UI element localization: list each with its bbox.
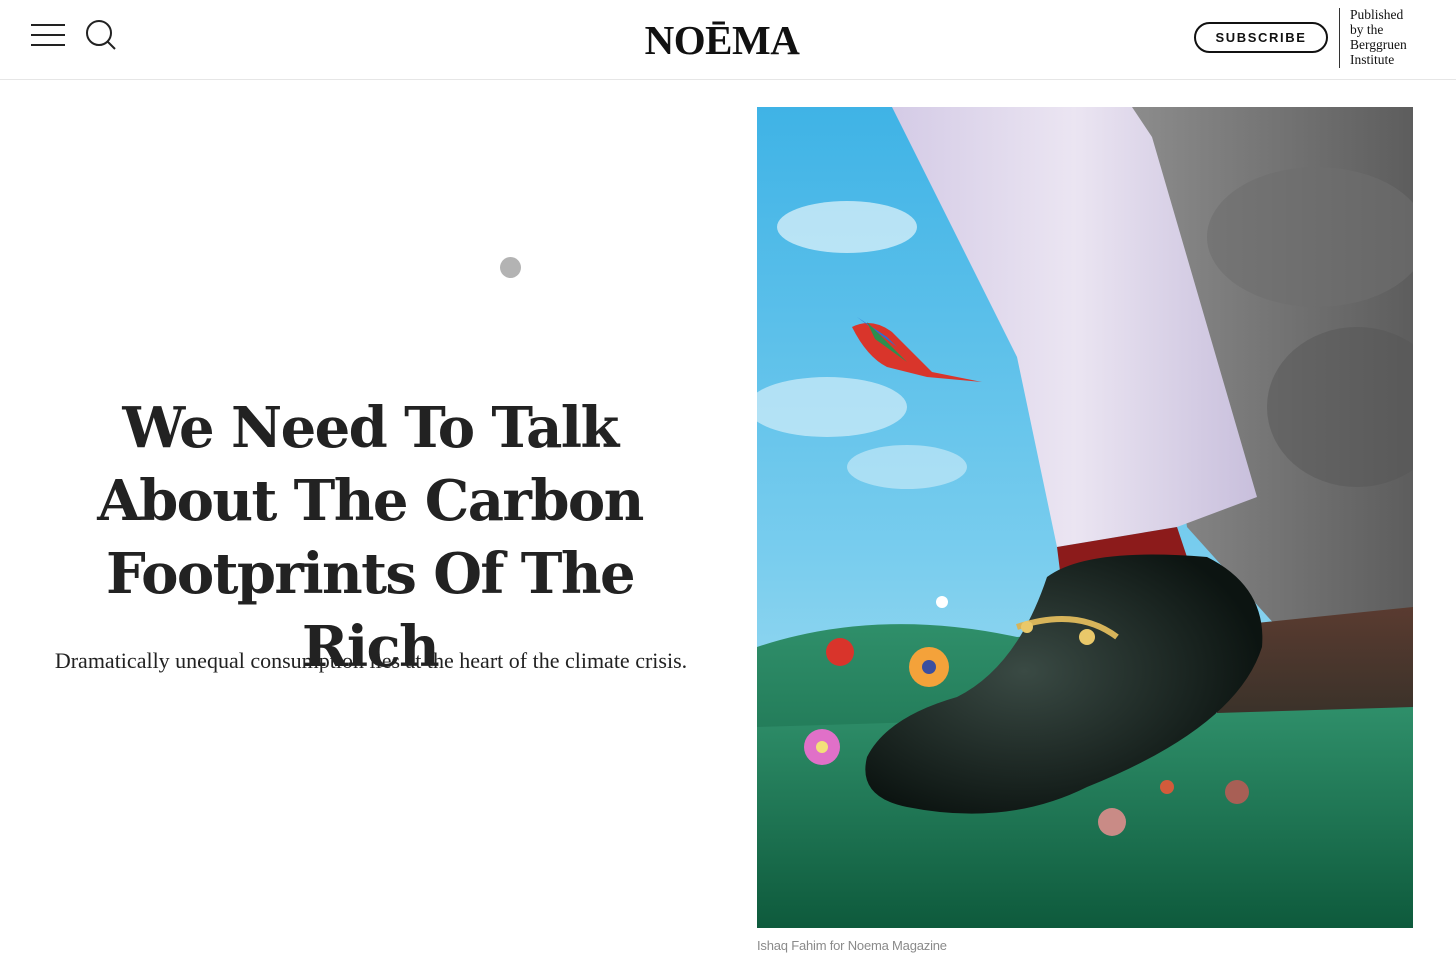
article-dek: Dramatically unequal consumption lies at… (54, 648, 688, 673)
publisher-line: by the (1350, 22, 1384, 37)
site-header: NOĒMA SUBSCRIBE Published by the Berggru… (0, 0, 1456, 80)
subscribe-button[interactable]: SUBSCRIBE (1194, 22, 1328, 53)
loading-indicator (500, 257, 521, 278)
noema-logo[interactable]: NOĒMA (642, 18, 802, 62)
hero-illustration (757, 107, 1413, 928)
hamburger-menu-icon[interactable] (31, 22, 65, 48)
search-icon[interactable] (84, 19, 118, 51)
publisher-line: Institute (1350, 52, 1395, 67)
image-caption: Ishaq Fahim for Noema Magazine (757, 938, 947, 953)
publisher-line: Berggruen (1350, 37, 1407, 52)
publisher-credit[interactable]: Published by the Berggruen Institute (1350, 7, 1454, 67)
publisher-line: Published (1350, 7, 1404, 22)
publisher-divider (1339, 8, 1340, 68)
illustration-artwork (757, 107, 1413, 928)
article-headline: We Need To Talk About The Carbon Footpri… (97, 395, 644, 680)
